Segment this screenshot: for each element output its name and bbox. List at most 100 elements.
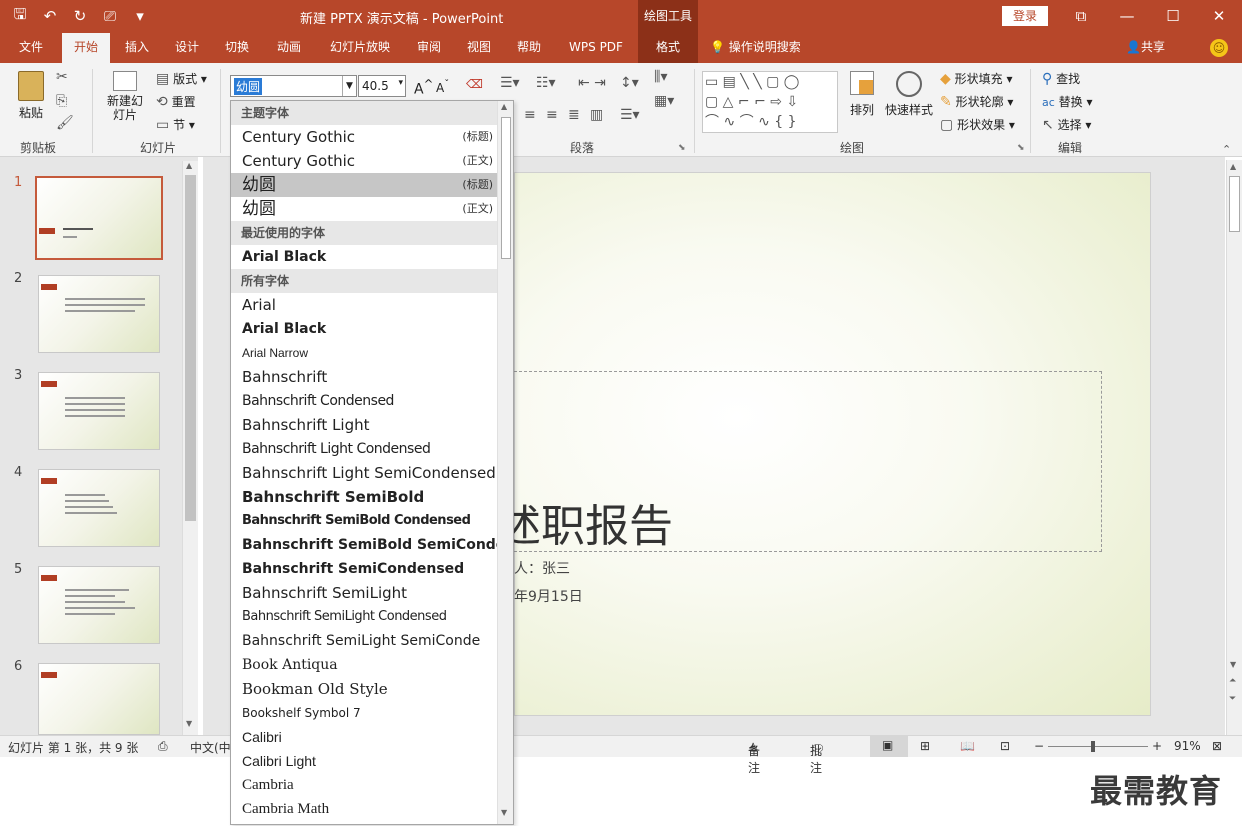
align-center-icon[interactable]: ≡ — [524, 107, 536, 123]
font-item[interactable]: Bahnschrift Light Condensed — [231, 437, 497, 461]
feedback-smiley-icon[interactable]: ☺ — [1210, 39, 1228, 57]
scroll-up-icon[interactable]: ▲ — [1230, 162, 1236, 171]
tab-transitions[interactable]: 切换 — [216, 33, 258, 63]
tab-home[interactable]: 开始 — [62, 33, 110, 63]
tab-wps-pdf[interactable]: WPS PDF — [560, 33, 632, 63]
text-direction-icon[interactable]: ⫼▾ — [654, 69, 667, 85]
layout-button[interactable]: ▤ 版式 ▾ — [156, 70, 207, 87]
font-item[interactable]: Bahnschrift SemiBold Condensed — [231, 509, 497, 533]
customize-qat-icon[interactable]: ▾ — [128, 6, 152, 26]
quick-styles-button[interactable]: 快速样式 — [884, 71, 934, 118]
next-slide-icon[interactable]: ⏷ — [1229, 694, 1236, 704]
font-item[interactable]: Arial Narrow — [231, 341, 497, 365]
scroll-up-icon[interactable]: ▲ — [501, 102, 507, 111]
slideshow-view-icon[interactable]: ⊡ — [1000, 739, 1010, 753]
font-item[interactable]: Bahnschrift Light SemiCondensed — [231, 461, 497, 485]
font-item[interactable]: Bahnschrift SemiBold SemiConden — [231, 533, 497, 557]
cut-icon[interactable]: ✂ — [56, 69, 68, 85]
normal-view-button[interactable]: ▣ — [870, 736, 908, 757]
section-button[interactable]: ▭ 节 ▾ — [156, 116, 195, 133]
font-item[interactable]: Book Antiqua — [231, 653, 497, 677]
select-button[interactable]: ↖ 选择 ▾ — [1042, 116, 1091, 133]
scroll-thumb[interactable] — [185, 175, 196, 521]
zoom-level[interactable]: 91% — [1174, 739, 1201, 753]
clear-format-icon[interactable]: ⌫ — [466, 77, 483, 91]
close-icon[interactable]: ✕ — [1204, 4, 1234, 28]
dialog-launcher-icon[interactable]: ⬊ — [1017, 143, 1025, 153]
scroll-thumb[interactable] — [501, 117, 511, 259]
tab-view[interactable]: 视图 — [458, 33, 500, 63]
font-list-scrollbar[interactable]: ▲ ▼ — [497, 101, 513, 824]
tab-animations[interactable]: 动画 — [268, 33, 310, 63]
font-item[interactable]: Calibri Light — [231, 749, 497, 773]
columns-icon[interactable]: ▥ — [590, 107, 603, 123]
zoom-slider-thumb[interactable] — [1091, 741, 1095, 752]
undo-icon[interactable]: ↶ — [38, 6, 62, 26]
font-name-combo[interactable]: 幼圆 ▼ — [230, 75, 357, 97]
share-button[interactable]: 👤共享 — [1126, 33, 1165, 62]
slide-scrollbar[interactable]: ▲ ▼ ⏶ ⏷ — [1226, 160, 1242, 735]
tab-file[interactable]: 文件 — [8, 33, 54, 63]
grow-font-icon[interactable]: A^ — [414, 77, 433, 98]
reset-button[interactable]: ⟲ 重置 — [156, 93, 196, 110]
dialog-launcher-icon[interactable]: ⬊ — [678, 143, 686, 153]
tab-slideshow[interactable]: 幻灯片放映 — [320, 33, 400, 63]
shape-effects-button[interactable]: ▢ 形状效果 ▾ — [940, 116, 1015, 133]
find-button[interactable]: ⚲ 查找 — [1042, 70, 1080, 87]
font-item[interactable]: Century Gothic (正文) — [231, 149, 497, 173]
bullets-icon[interactable]: ☰▾ — [500, 75, 520, 91]
slide-thumbnail-5[interactable] — [38, 566, 160, 644]
redo-icon[interactable]: ↻ — [68, 6, 92, 26]
font-item[interactable]: Bookshelf Symbol 7 — [231, 701, 497, 725]
thumbnail-scrollbar[interactable]: ▲ ▼ — [182, 161, 198, 735]
language-indicator[interactable]: 中文(中 — [190, 739, 231, 756]
tab-help[interactable]: 帮助 — [508, 33, 550, 63]
font-item[interactable]: Arial Black — [231, 245, 497, 269]
accessibility-icon[interactable]: ⎙ — [158, 739, 168, 754]
font-item[interactable]: Bahnschrift Light — [231, 413, 497, 437]
fit-slide-icon[interactable]: ⊠ — [1212, 739, 1222, 753]
slide-thumbnail-1[interactable] — [35, 176, 163, 260]
shrink-font-icon[interactable]: Aˇ — [436, 79, 449, 95]
scroll-down-icon[interactable]: ▼ — [1230, 660, 1236, 669]
justify-icon[interactable]: ≣ — [568, 107, 580, 123]
tab-insert[interactable]: 插入 — [116, 33, 158, 63]
tab-review[interactable]: 审阅 — [408, 33, 450, 63]
slide-thumbnail-3[interactable] — [38, 372, 160, 450]
slide-thumbnail-6[interactable] — [38, 663, 160, 735]
font-item[interactable]: Bahnschrift SemiBold — [231, 485, 497, 509]
font-size-combo[interactable]: 40.5 ▾ — [358, 75, 406, 97]
shape-outline-button[interactable]: ✎ 形状轮廓 ▾ — [940, 93, 1013, 110]
tab-design[interactable]: 设计 — [166, 33, 208, 63]
indent-icon[interactable]: ⇤ ⇥ — [578, 75, 606, 91]
scroll-down-icon[interactable]: ▼ — [501, 808, 507, 817]
copy-icon[interactable]: ⎘ — [56, 93, 67, 109]
shapes-gallery[interactable]: ▭ ▤ ╲ ╲ ▢ ◯ ▢ △ ⌐ ⌐ ⇨ ⇩ ⌒ ∿ ⌒ ∿ { } — [702, 71, 838, 133]
ribbon-display-icon[interactable]: ⧉ — [1066, 4, 1096, 28]
smartart-icon[interactable]: ▦▾ — [654, 93, 674, 109]
shape-fill-button[interactable]: ◆ 形状填充 ▾ — [940, 70, 1012, 87]
slide-sorter-icon[interactable]: ⊞ — [920, 739, 930, 753]
font-item[interactable]: Cambria — [231, 773, 497, 797]
prev-slide-icon[interactable]: ⏶ — [1229, 676, 1236, 686]
maximize-icon[interactable]: ☐ — [1158, 4, 1188, 28]
align-right-icon[interactable]: ≡ — [546, 107, 558, 123]
font-item[interactable]: Bahnschrift — [231, 365, 497, 389]
font-item[interactable]: Arial Black — [231, 317, 497, 341]
font-item[interactable]: 幼圆 (正文) — [231, 197, 497, 221]
font-item[interactable]: Bahnschrift SemiLight Condensed — [231, 605, 497, 629]
slide-presenter[interactable]: 人：张三 — [514, 558, 570, 578]
collapse-ribbon-icon[interactable]: ⌃ — [1222, 143, 1231, 156]
slide-date[interactable]: 年9月15日 — [514, 586, 583, 606]
slide-thumbnail-4[interactable] — [38, 469, 160, 547]
minimize-icon[interactable]: — — [1112, 4, 1142, 28]
tell-me-search[interactable]: 💡 操作说明搜索 — [710, 33, 822, 63]
zoom-slider[interactable] — [1048, 746, 1148, 747]
slide-title[interactable]: 述职报告 — [497, 490, 673, 554]
login-button[interactable]: 登录 — [1002, 6, 1048, 26]
align-text-icon[interactable]: ☰▾ — [620, 107, 640, 123]
scroll-thumb[interactable] — [1229, 176, 1240, 232]
dropdown-arrow-icon[interactable]: ▼ — [342, 76, 356, 96]
zoom-out-icon[interactable]: − — [1034, 739, 1044, 753]
arrange-button[interactable]: 排列 — [846, 71, 878, 118]
